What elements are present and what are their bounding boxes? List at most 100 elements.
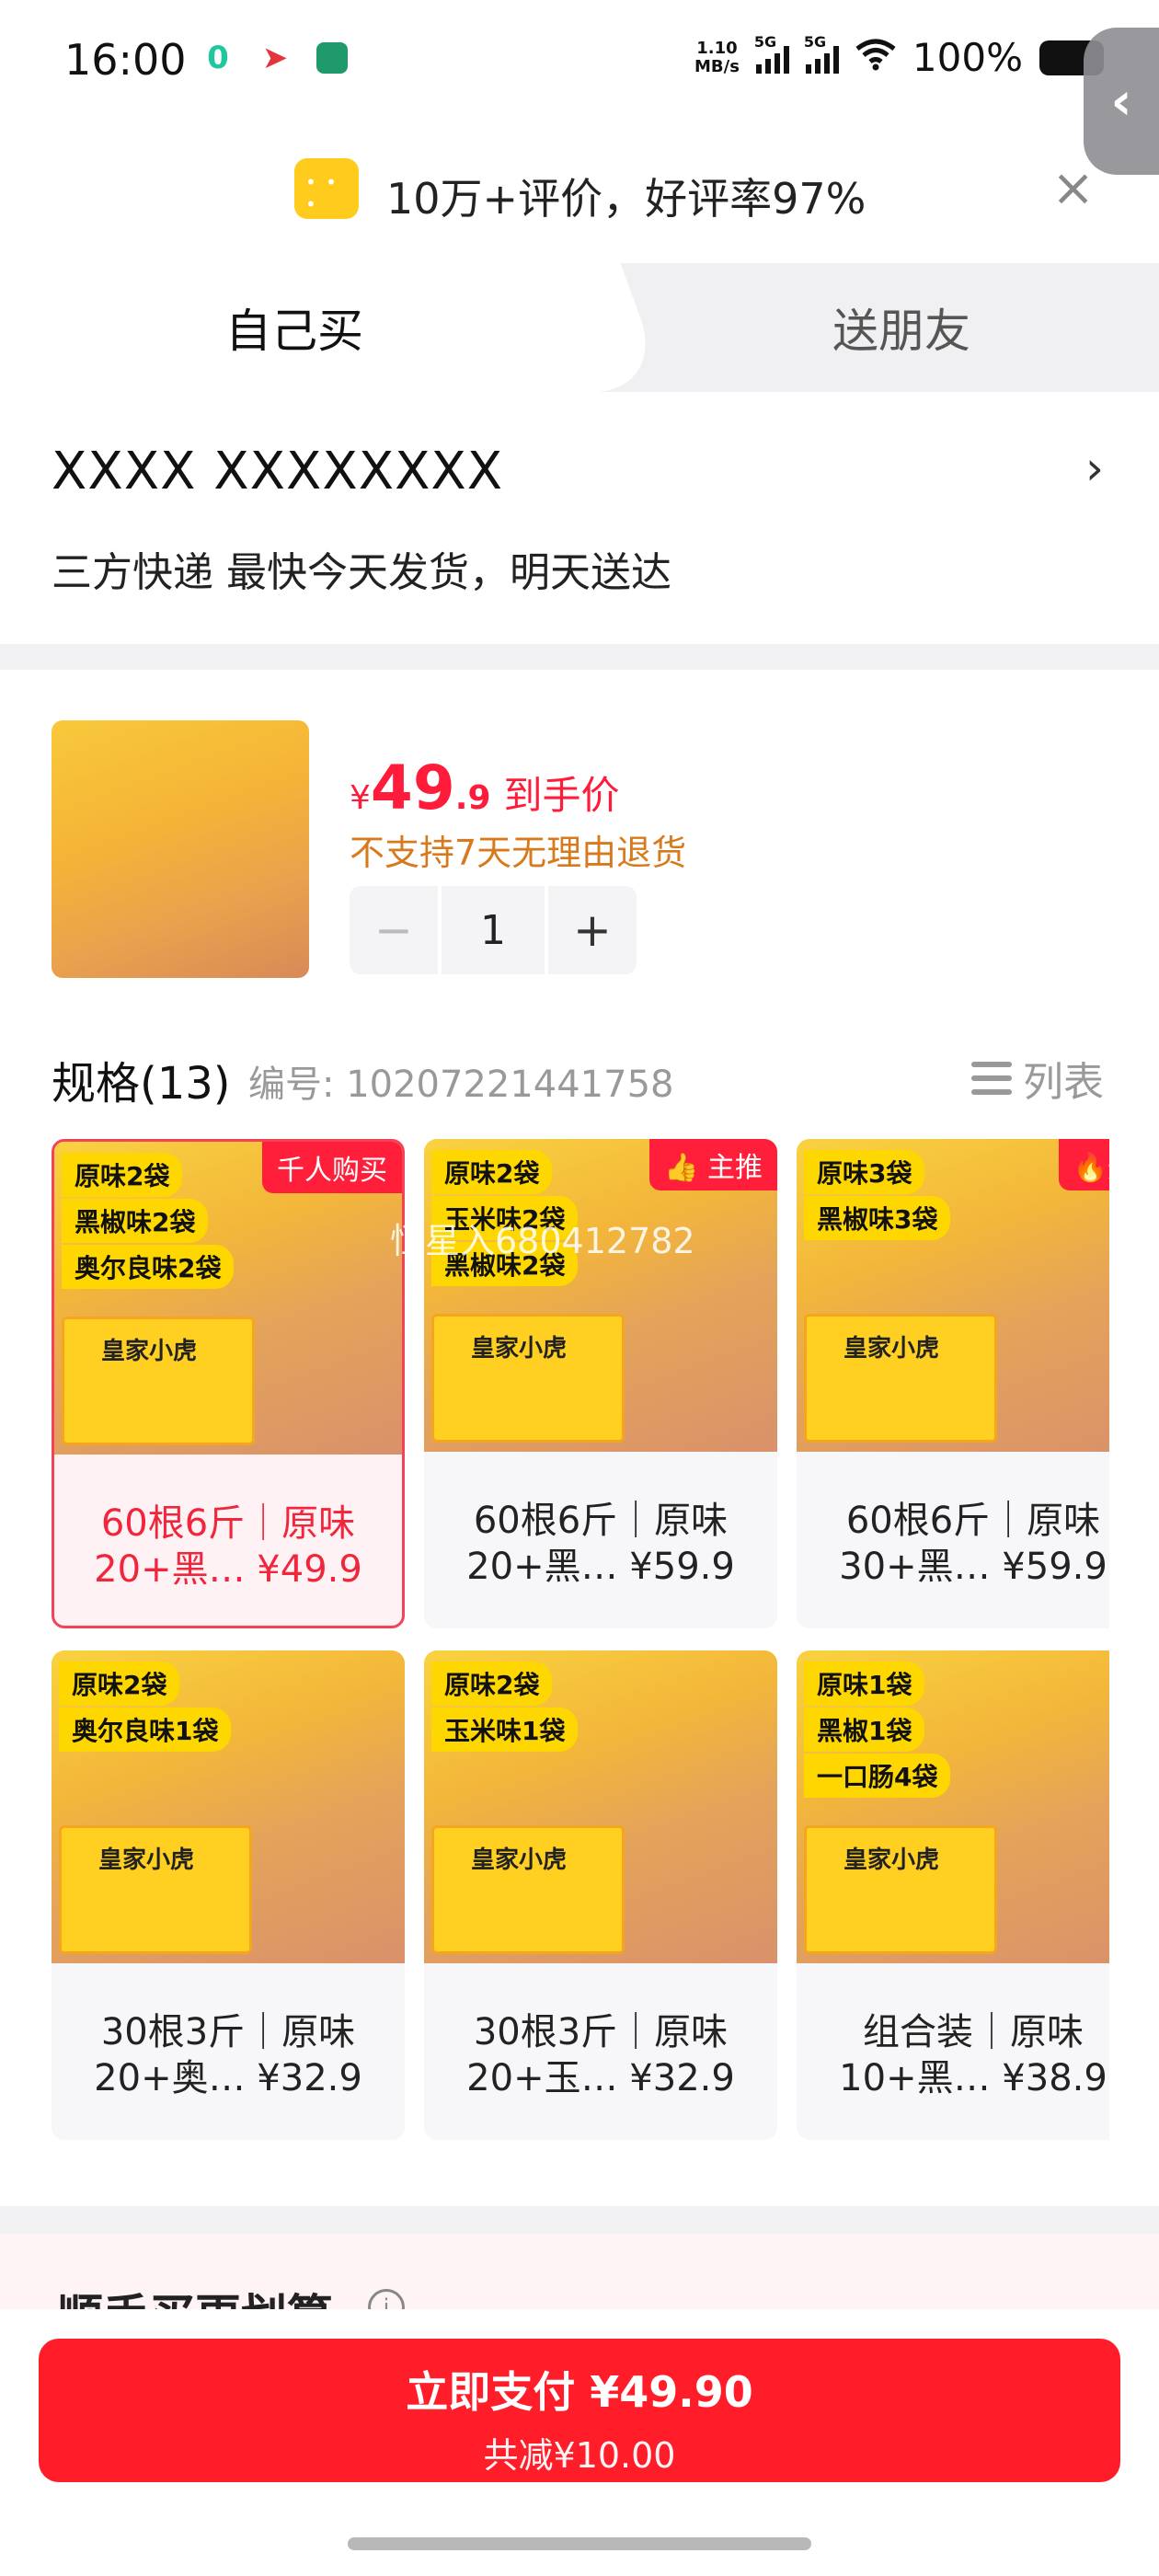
battery-percent: 100% [912,35,1023,80]
signal-label: 5G [803,32,827,51]
increase-button[interactable]: + [548,886,637,974]
app-notification-icon: ➤ [261,40,289,76]
price-tag: 到手价 [503,773,620,818]
side-collapse-tab[interactable]: ‹ [1084,28,1159,175]
spec-card-line1: 60根6斤｜原味 [845,1500,1101,1542]
rating-summary: 10万+评价，好评率97% [386,174,866,224]
flavor-label: 原味1袋 [804,1662,925,1706]
pay-main-label: 立即支付 ¥49.90 [406,2367,753,2417]
status-bar: 16:00 0 ➤ 1.10 MB/s 5G 5G 100% [0,0,1159,129]
spec-card-line1: 60根6斤｜原味 [100,1502,356,1545]
package-image [431,1825,625,1954]
decrease-button[interactable]: − [350,886,438,974]
spec-card-line1: 组合装｜原味 [863,2011,1084,2053]
spec-card-line2: 20+黑… ¥49.9 [94,1548,362,1591]
watermark-text: 恒星入680412782 [390,1221,695,1261]
spec-card-image: 原味1袋 黑椒1袋 一口肠4袋 [797,1650,1109,1963]
spec-badge-label: 主推 [707,1152,763,1184]
spec-badge: 👍 主推 [649,1139,777,1190]
signal-icon: 5G [754,33,789,74]
spec-card-line2: 30+黑… ¥59.9 [839,1546,1107,1588]
spec-card-text: 组合装｜原味 10+黑… ¥38.9 [797,2009,1109,2101]
tab-self-label: 自己买 [225,305,363,358]
flavor-label: 原味3袋 [804,1150,925,1194]
list-icon [971,1060,1012,1097]
bottom-bar: 立即支付 ¥49.90 共减¥10.00 [0,2309,1159,2576]
spec-card[interactable]: 原味1袋 黑椒1袋 一口肠4袋 组合装｜原味 10+黑… ¥38.9 [797,1650,1109,2140]
currency-symbol: ¥ [350,779,371,817]
spec-card[interactable]: 原味2袋 玉米味1袋 30根3斤｜原味 20+玉… ¥32.9 [424,1650,777,2140]
flavor-label: 黑椒1袋 [804,1708,925,1752]
spec-card-line1: 30根3斤｜原味 [473,2011,729,2053]
flavor-label: 原味2袋 [59,1662,180,1706]
app-notification-icon: 0 [207,40,229,76]
pay-now-button[interactable]: 立即支付 ¥49.90 共减¥10.00 [39,2339,1120,2482]
flavor-label: 奥尔良味2袋 [62,1245,235,1289]
spec-card-image: 原味2袋 玉米味1袋 [424,1650,777,1963]
product-thumbnail [52,720,309,978]
net-speed: 1.10 MB/s [694,38,740,76]
spec-card-line2: 20+黑… ¥59.9 [466,1546,735,1588]
package-image [804,1825,997,1954]
list-view-toggle[interactable]: 列表 [971,1049,1104,1108]
tab-gift[interactable]: 送朋友 [644,263,1159,392]
spec-badge: 千人购买 [262,1142,402,1193]
flavor-label: 原味2袋 [431,1150,553,1194]
purchase-tabs: 送朋友 自己买 [0,263,1159,392]
status-indicators: 1.10 MB/s 5G 5G 100% [694,32,1104,80]
notification-icons: 0 ➤ [202,42,348,74]
list-label: 列表 [1023,1059,1104,1106]
flavor-label: 一口肠4袋 [804,1754,951,1798]
price-decimal: .9 [454,779,491,817]
quantity-stepper: − 1 + [350,886,637,974]
spec-card-line1: 30根3斤｜原味 [100,2011,356,2053]
spec-card[interactable]: 原味2袋 黑椒味2袋 奥尔良味2袋 千人购买 60根6斤｜原味 20+黑… ¥4… [52,1139,405,1628]
status-time: 16:00 [64,35,187,85]
package-image [62,1317,255,1445]
spec-card-line2: 20+玉… ¥32.9 [466,2057,735,2099]
package-image [804,1314,997,1443]
spec-card[interactable]: 原味3袋 黑椒味3袋 🔥热 60根6斤｜原味 30+黑… ¥59.9 [797,1139,1109,1628]
section-divider [0,2206,1159,2234]
flavor-label: 黑椒味3袋 [804,1196,951,1240]
address-section[interactable]: XXXX XXXXXXXX › 三方快递 最快今天发货，明天送达 [0,392,1159,640]
package-image [59,1825,252,1954]
spec-card-image: 原味2袋 奥尔良味1袋 [52,1650,405,1963]
spec-grid: 原味2袋 黑椒味2袋 奥尔良味2袋 千人购买 60根6斤｜原味 20+黑… ¥4… [52,1139,1109,2151]
pay-discount-label: 共减¥10.00 [483,2435,676,2476]
flavor-label: 玉米味1袋 [431,1708,579,1752]
spec-card-line2: 10+黑… ¥38.9 [839,2057,1107,2099]
spec-card-line1: 60根6斤｜原味 [473,1500,729,1542]
chevron-right-icon[interactable]: › [1085,442,1104,495]
spec-card[interactable]: 原味2袋 奥尔良味1袋 30根3斤｜原味 20+奥… ¥32.9 [52,1650,405,2140]
flavor-label: 原味2袋 [62,1153,183,1197]
wifi-icon [855,35,896,80]
spec-badge-label: 热 [1107,1152,1109,1184]
spec-card-text: 60根6斤｜原味 30+黑… ¥59.9 [797,1498,1109,1590]
spec-card-text: 60根6斤｜原味 20+黑… ¥49.9 [54,1501,402,1593]
spec-card-text: 30根3斤｜原味 20+奥… ¥32.9 [52,2009,405,2101]
quantity-value[interactable]: 1 [442,886,545,974]
spec-card-line2: 20+奥… ¥32.9 [94,2057,362,2099]
spec-card-text: 60根6斤｜原味 20+黑… ¥59.9 [424,1498,777,1590]
app-notification-icon [316,42,348,74]
spec-badge: 🔥热 [1058,1139,1109,1190]
chat-bubble-icon [294,158,359,219]
no-return-notice: 不支持7天无理由退货 [350,833,687,873]
net-speed-value: 1.10 [696,38,738,58]
net-speed-unit: MB/s [694,56,740,76]
package-image [431,1314,625,1443]
spec-card-text: 30根3斤｜原味 20+玉… ¥32.9 [424,2009,777,2101]
price-integer: 49 [370,753,455,823]
flavor-label: 奥尔良味1袋 [59,1708,232,1752]
home-indicator[interactable] [348,2537,811,2550]
tab-self[interactable]: 自己买 [0,263,589,392]
close-icon[interactable]: × [1051,158,1095,218]
signal-label: 5G [753,32,777,51]
shipping-info: 三方快递 最快今天发货，明天送达 [52,549,671,596]
product-section: ¥49.9 到手价 不支持7天无理由退货 − 1 + 规格(13) 编号: 102… [0,670,1159,2215]
price: ¥49.9 到手价 [350,753,620,823]
spec-title: 规格(13) [52,1058,231,1110]
section-divider [0,644,1159,670]
spec-code: 编号: 10207221441758 [248,1064,674,1106]
